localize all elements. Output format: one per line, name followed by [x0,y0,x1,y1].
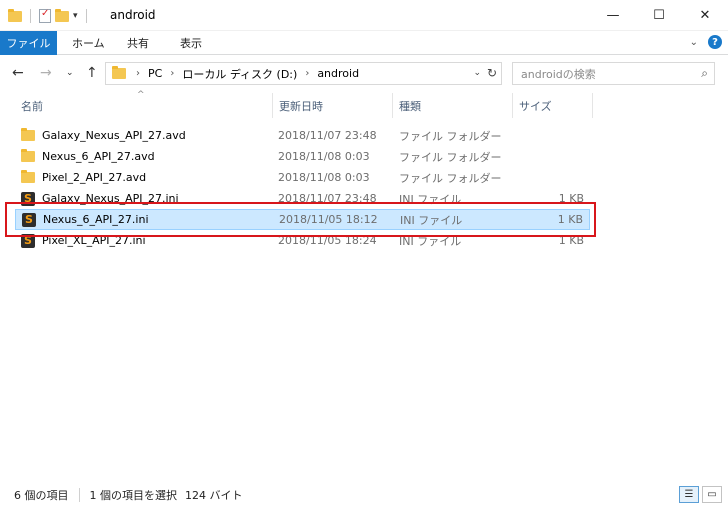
address-bar[interactable]: › PC › ローカル ディスク (D:) › android ⌄ ↻ [105,62,502,85]
breadcrumb-separator[interactable]: › [305,68,309,79]
folder-icon [112,66,126,79]
customize-toolbar-icon[interactable]: ▾ [73,11,78,21]
back-icon[interactable]: ← [12,65,24,81]
file-name: Nexus_6_API_27.avd [42,150,155,163]
file-date: 2018/11/07 23:48 [278,129,377,142]
address-dropdown-icon[interactable]: ⌄ [473,68,481,78]
close-button[interactable]: ✕ [682,0,728,30]
breadcrumb-pc[interactable]: PC [148,67,162,80]
file-date: 2018/11/08 0:03 [278,150,370,163]
new-folder-icon[interactable] [55,8,69,22]
window-controls: — ☐ ✕ [590,0,728,30]
breadcrumb-separator[interactable]: › [136,68,140,79]
column-header-size[interactable]: サイズ [513,93,593,118]
breadcrumb-separator[interactable]: › [170,68,174,79]
tab-home[interactable]: ホーム [72,31,105,55]
divider [85,9,87,23]
forward-icon[interactable]: → [40,65,52,81]
search-icon: ⌕ [701,66,708,80]
search-placeholder: androidの検索 [521,67,596,81]
navigation-bar: ← → ⌄ ↑ › PC › ローカル ディスク (D:) › android … [0,56,728,92]
divider [78,488,80,502]
minimize-button[interactable]: — [590,0,636,30]
quick-access-toolbar: ▾ [8,7,91,25]
item-count: 6 個の項目 [14,489,69,502]
file-date: 2018/11/08 0:03 [278,171,370,184]
recent-locations-icon[interactable]: ⌄ [66,68,74,78]
refresh-icon[interactable]: ↻ [487,66,497,80]
list-item[interactable]: Galaxy_Nexus_API_27.avd 2018/11/07 23:48… [15,125,590,146]
search-input[interactable]: androidの検索 ⌕ [512,62,715,85]
file-type: ファイル フォルダー [399,150,502,164]
list-item[interactable]: Nexus_6_API_27.avd 2018/11/08 0:03 ファイル … [15,146,590,167]
window-title: android [110,8,156,22]
folder-icon [21,128,35,141]
column-header-date[interactable]: 更新日時 [273,93,393,118]
ribbon-tabs: ファイル ホーム 共有 表示 ⌄ ? [0,31,728,55]
list-item[interactable]: Pixel_2_API_27.avd 2018/11/08 0:03 ファイル … [15,167,590,188]
title-bar: ▾ android — ☐ ✕ [0,0,728,31]
status-bar: 6 個の項目 1 個の項目を選択 124 バイト ☰ ▭ [0,484,728,506]
column-header-name[interactable]: 名前 [15,93,273,118]
column-header-type[interactable]: 種類 [393,93,513,118]
maximize-button[interactable]: ☐ [636,0,682,30]
column-headers: ^ 名前 更新日時 種類 サイズ [0,90,728,118]
details-view-icon[interactable]: ☰ [679,486,699,503]
file-type: ファイル フォルダー [399,129,502,143]
selection-size: 124 バイト [185,489,243,502]
expand-ribbon-icon[interactable]: ⌄ [690,37,698,48]
up-icon[interactable]: ↑ [86,65,98,81]
file-type: ファイル フォルダー [399,171,502,185]
tab-share[interactable]: 共有 [127,31,149,55]
folder-icon [8,8,22,22]
folder-icon [21,149,35,162]
breadcrumb-local-disk[interactable]: ローカル ディスク (D:) [182,66,297,82]
tab-file[interactable]: ファイル [0,31,57,55]
file-name: Galaxy_Nexus_API_27.avd [42,129,186,142]
folder-icon [21,170,35,183]
large-icons-view-icon[interactable]: ▭ [702,486,722,503]
tab-view[interactable]: 表示 [180,31,202,55]
help-icon[interactable]: ? [708,35,722,49]
divider [30,9,31,23]
properties-icon[interactable] [39,8,51,23]
file-name: Pixel_2_API_27.avd [42,171,147,184]
selection-count: 1 個の項目を選択 [89,489,178,502]
annotation-highlight-box [5,202,596,237]
breadcrumb-android[interactable]: android [317,67,359,80]
